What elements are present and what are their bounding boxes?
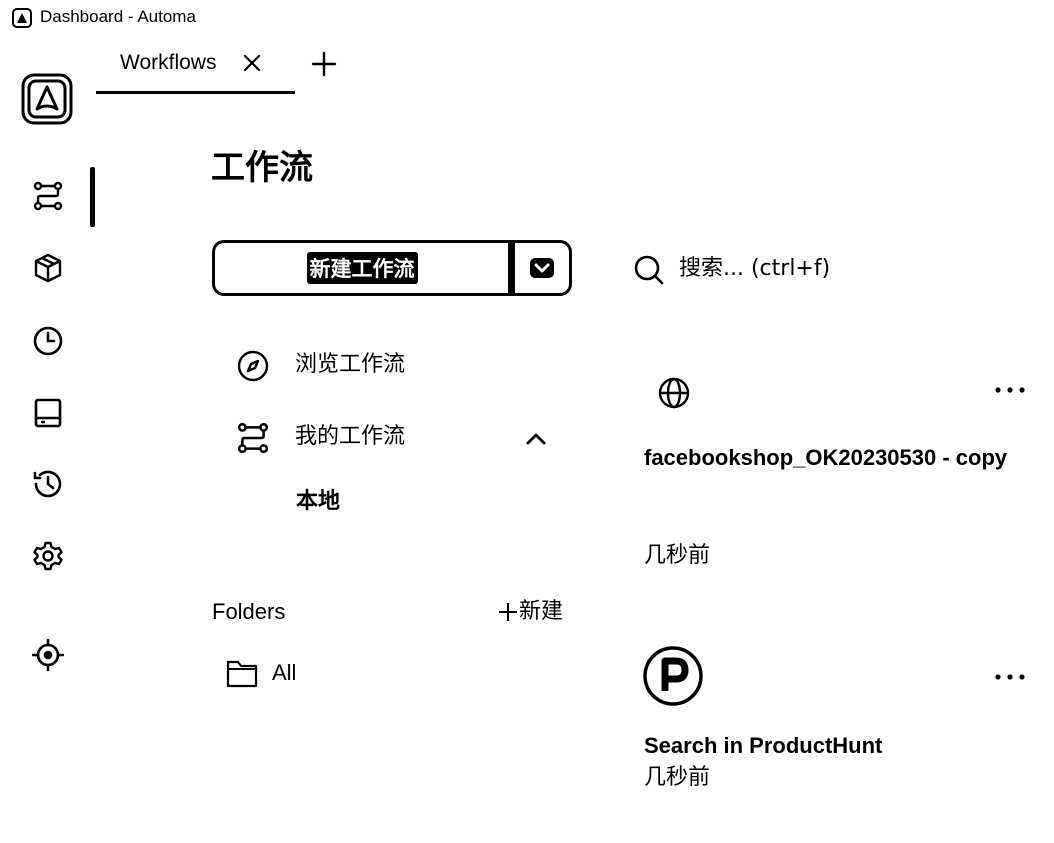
new-folder-label: 新建: [519, 599, 564, 624]
workflow-card[interactable]: Search in ProductHunt 几秒前: [640, 645, 1035, 795]
nav-browse-label: 浏览工作流: [295, 352, 406, 377]
app-logo-icon: [12, 8, 32, 28]
more-options-icon[interactable]: [992, 667, 1028, 687]
globe-icon: [657, 376, 691, 410]
folder-item-all[interactable]: All: [226, 656, 346, 692]
new-workflow-dropdown-button[interactable]: [512, 240, 572, 296]
nav-local[interactable]: 本地: [296, 488, 340, 516]
workflow-time: 几秒前: [644, 543, 711, 568]
nav-my-workflows-label: 我的工作流: [295, 424, 406, 449]
plus-icon: [499, 603, 517, 621]
new-tab-icon[interactable]: [311, 51, 337, 77]
title-bar: Dashboard - Automa: [0, 0, 1054, 36]
workflow-icon: [236, 421, 270, 455]
producthunt-icon: [642, 645, 704, 707]
gear-icon[interactable]: [32, 540, 64, 572]
tab-workflows-label: Workflows: [120, 51, 217, 74]
automa-logo[interactable]: [21, 73, 73, 125]
search-input[interactable]: 搜索... (ctrl+f): [633, 250, 933, 290]
search-placeholder: 搜索... (ctrl+f): [679, 256, 831, 281]
history-icon[interactable]: [32, 468, 64, 500]
window-title: Dashboard - Automa: [40, 7, 196, 26]
crosshair-icon[interactable]: [32, 639, 64, 671]
folder-icon: [226, 660, 258, 688]
workflow-card[interactable]: facebookshop_OK20230530 - copy 几秒前: [640, 370, 1035, 580]
chevron-down-icon: [530, 258, 554, 278]
sidebar-active-indicator: [90, 167, 95, 227]
compass-icon: [236, 349, 270, 383]
workflow-icon[interactable]: [32, 180, 64, 212]
new-workflow-button[interactable]: 新建工作流: [212, 240, 509, 296]
new-workflow-label: 新建工作流: [306, 252, 418, 284]
page-title: 工作流: [211, 148, 313, 188]
tab-active-indicator: [96, 91, 295, 94]
tab-close-icon[interactable]: [240, 51, 264, 75]
nav-browse-workflows[interactable]: 浏览工作流: [236, 345, 576, 385]
more-options-icon[interactable]: [992, 380, 1028, 400]
workflow-time: 几秒前: [644, 765, 711, 790]
workflow-name: facebookshop_OK20230530 - copy: [644, 445, 1008, 470]
workflow-name: Search in ProductHunt: [644, 733, 883, 758]
search-icon: [634, 255, 664, 285]
package-icon[interactable]: [32, 252, 64, 284]
chevron-up-icon[interactable]: [522, 425, 550, 453]
storage-icon[interactable]: [32, 397, 64, 429]
new-folder-button[interactable]: 新建: [497, 598, 563, 626]
folder-all-label: All: [272, 660, 297, 685]
clock-icon[interactable]: [32, 325, 64, 357]
folders-heading: Folders: [212, 599, 286, 624]
